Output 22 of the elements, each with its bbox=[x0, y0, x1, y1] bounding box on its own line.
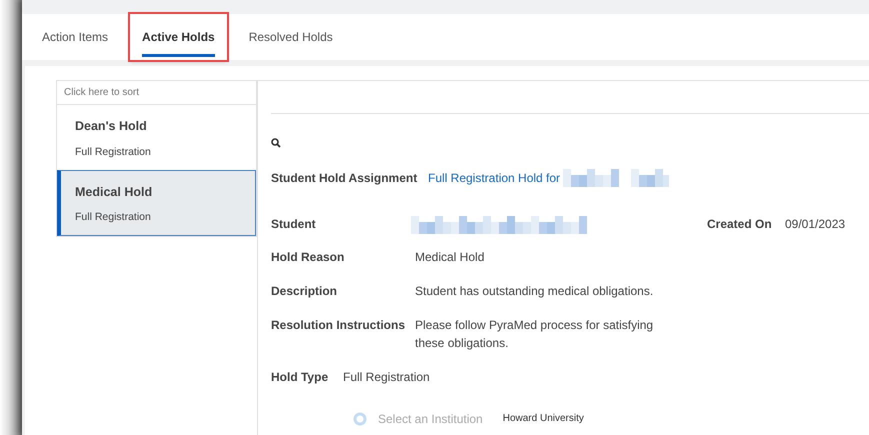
field-value: Student has outstanding medical obligations. bbox=[415, 282, 654, 300]
search-icon[interactable] bbox=[271, 138, 281, 148]
field-label: Description bbox=[271, 282, 338, 300]
tab[interactable]: Active Holds bbox=[130, 14, 227, 60]
field-label: Student bbox=[271, 216, 317, 234]
field-value: 09/01/2023 bbox=[785, 216, 846, 234]
institution-value: Howard University bbox=[502, 412, 584, 426]
blurred-text-drawing bbox=[631, 169, 670, 187]
field-label: Hold Type bbox=[271, 368, 330, 386]
radio-icon[interactable] bbox=[353, 412, 367, 426]
hold-assignment-link[interactable]: Full Registration Hold for bbox=[428, 169, 560, 187]
field-label: Created On bbox=[707, 216, 773, 234]
tab[interactable]: Action Items bbox=[42, 14, 108, 60]
field-label: Resolution Instructions bbox=[271, 316, 406, 334]
field-value: Medical Hold bbox=[415, 248, 484, 266]
field-value: Full Registration bbox=[343, 368, 430, 386]
blurred-text-drawing bbox=[563, 169, 620, 187]
field-label: Hold Reason bbox=[271, 248, 346, 266]
field-label: Student Hold Assignment bbox=[271, 170, 418, 187]
field-value: Please follow PyraMed process for satisfying these obligations. bbox=[415, 316, 654, 352]
hold-list-item[interactable]: Medical Hold Full Registration bbox=[57, 170, 256, 236]
tab[interactable]: Resolved Holds bbox=[248, 14, 333, 60]
